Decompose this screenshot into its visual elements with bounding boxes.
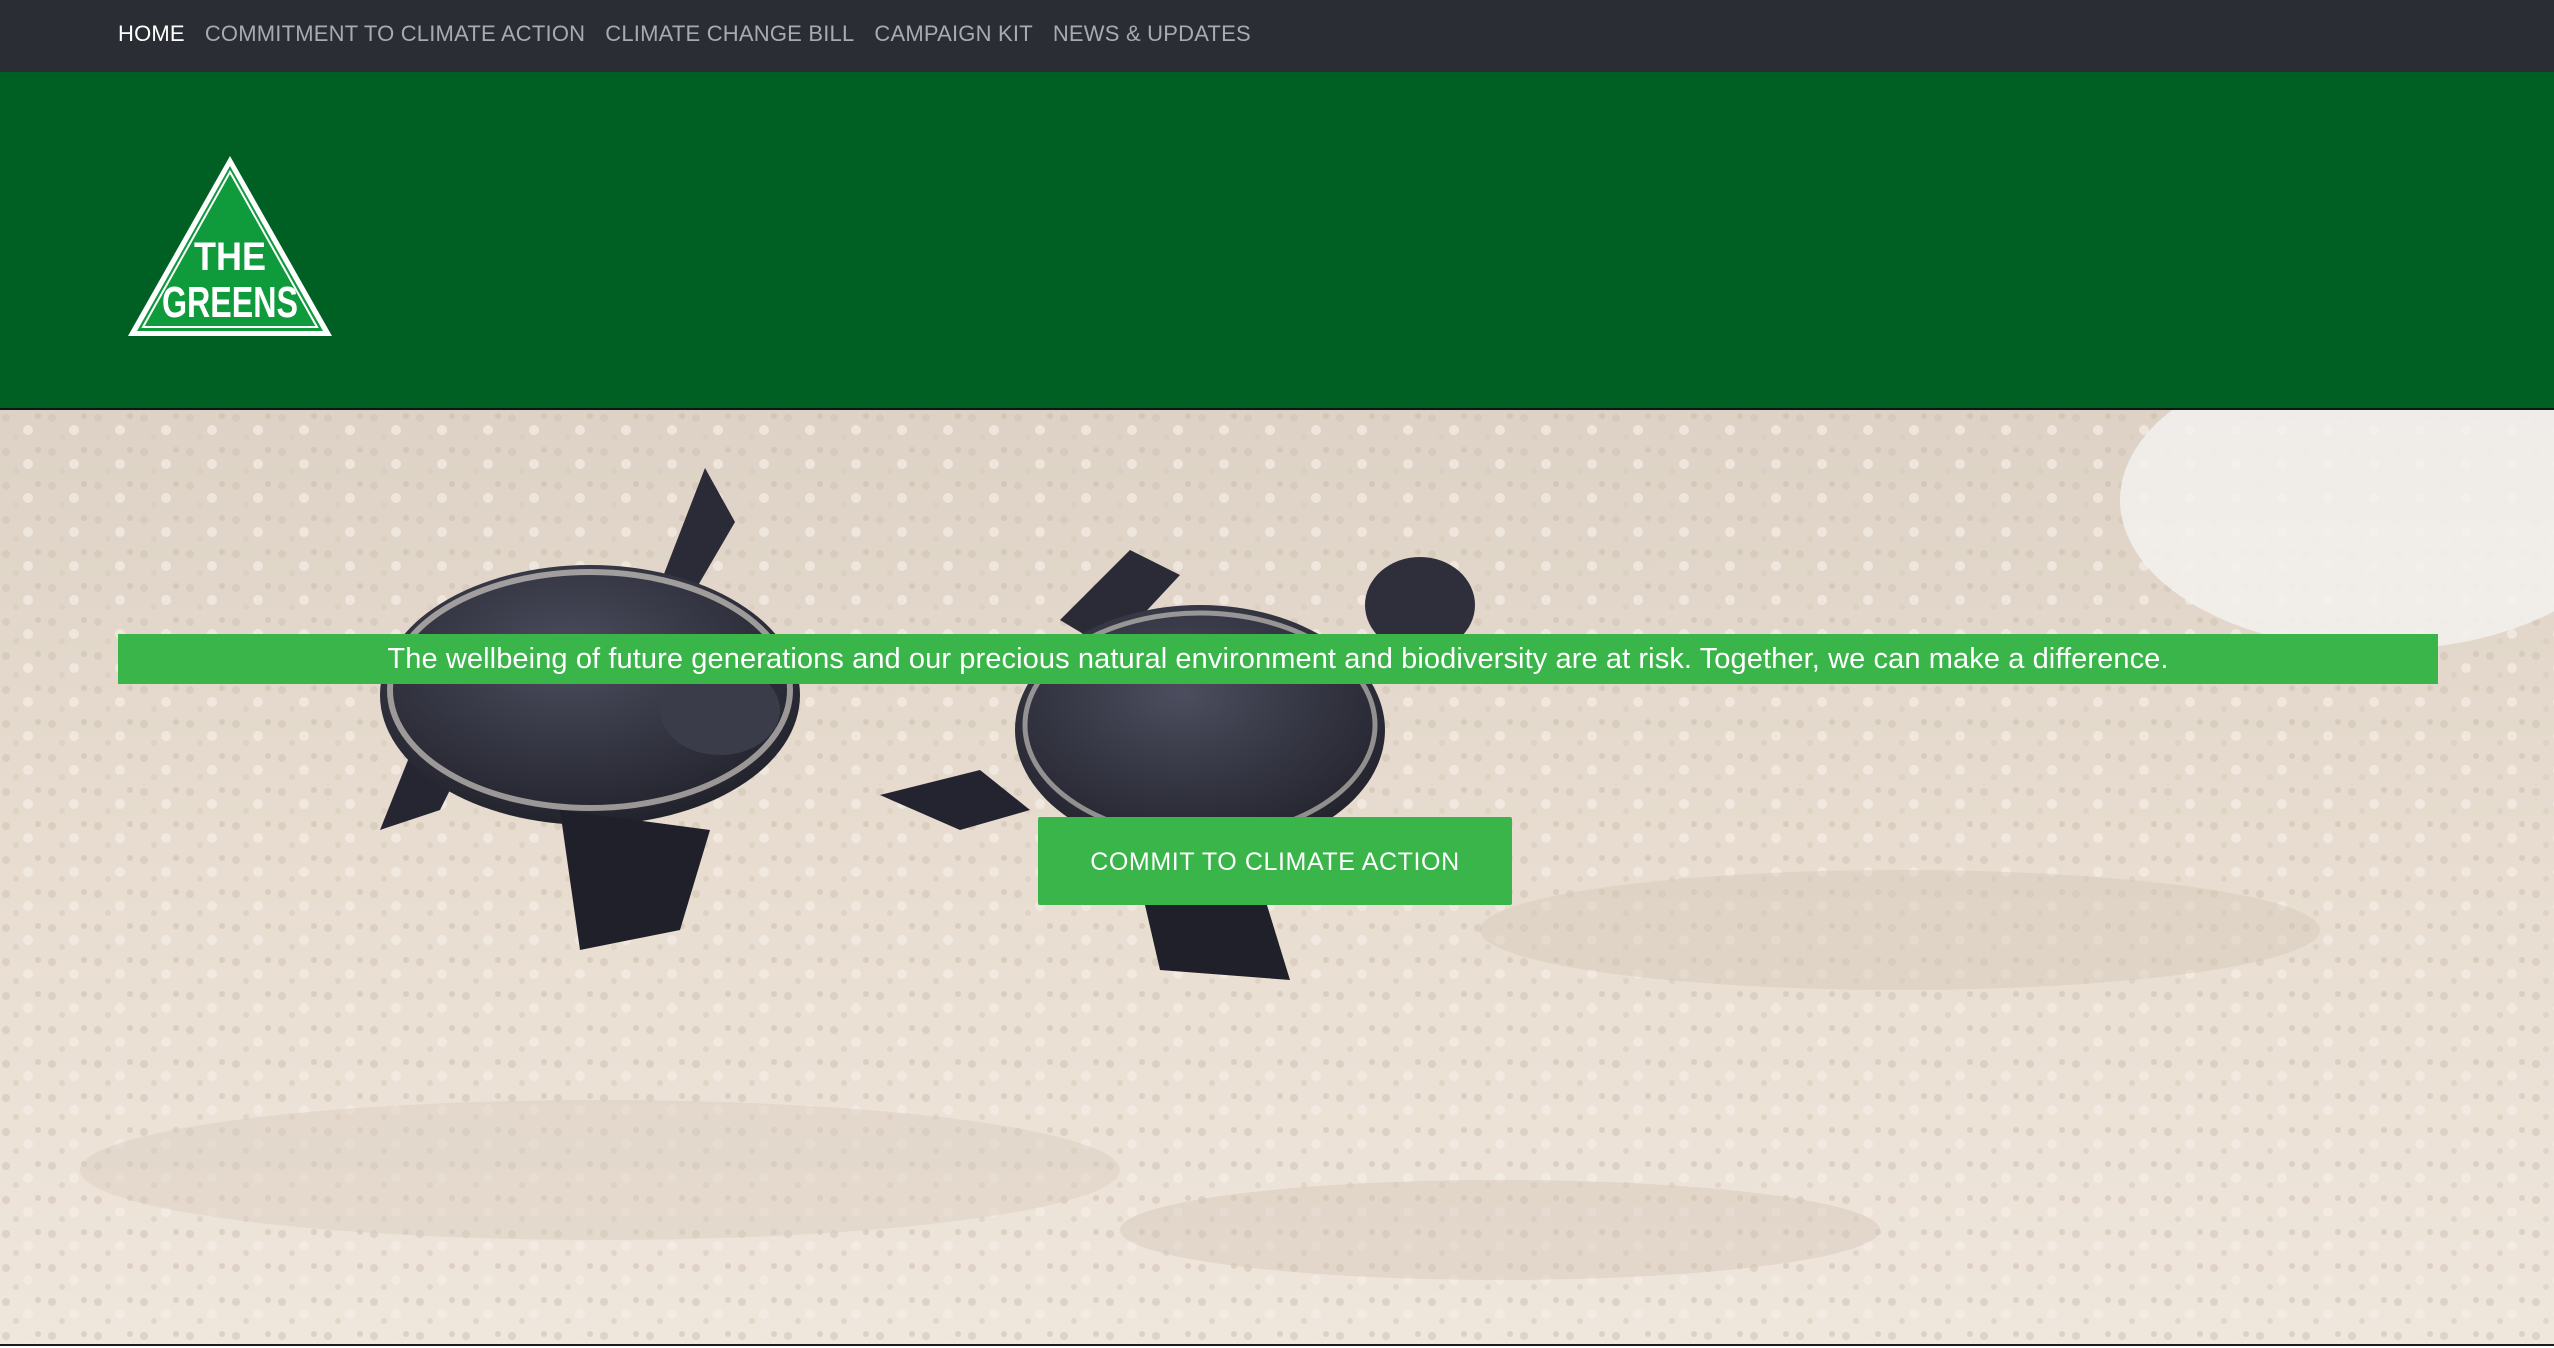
nav-item-campaign-kit[interactable]: CAMPAIGN KIT (874, 21, 1032, 47)
greens-logo[interactable]: THE GREENS (124, 152, 336, 340)
commit-to-climate-action-button[interactable]: COMMIT TO CLIMATE ACTION (1038, 817, 1512, 905)
logo-text-the: THE (194, 235, 266, 279)
nav-menu: HOME COMMITMENT TO CLIMATE ACTION CLIMAT… (0, 0, 2554, 68)
top-nav: HOME COMMITMENT TO CLIMATE ACTION CLIMAT… (0, 0, 2554, 72)
nav-item-home[interactable]: HOME (118, 21, 185, 47)
nav-item-commitment[interactable]: COMMITMENT TO CLIMATE ACTION (205, 21, 585, 47)
nav-item-climate-change-bill[interactable]: CLIMATE CHANGE BILL (605, 21, 854, 47)
hero-section: The wellbeing of future generations and … (0, 410, 2554, 1346)
nav-item-news-updates[interactable]: NEWS & UPDATES (1053, 21, 1251, 47)
brand-header: THE GREENS (0, 72, 2554, 410)
logo-text-greens: GREENS (162, 278, 298, 327)
mission-statement-banner: The wellbeing of future generations and … (118, 634, 2438, 684)
